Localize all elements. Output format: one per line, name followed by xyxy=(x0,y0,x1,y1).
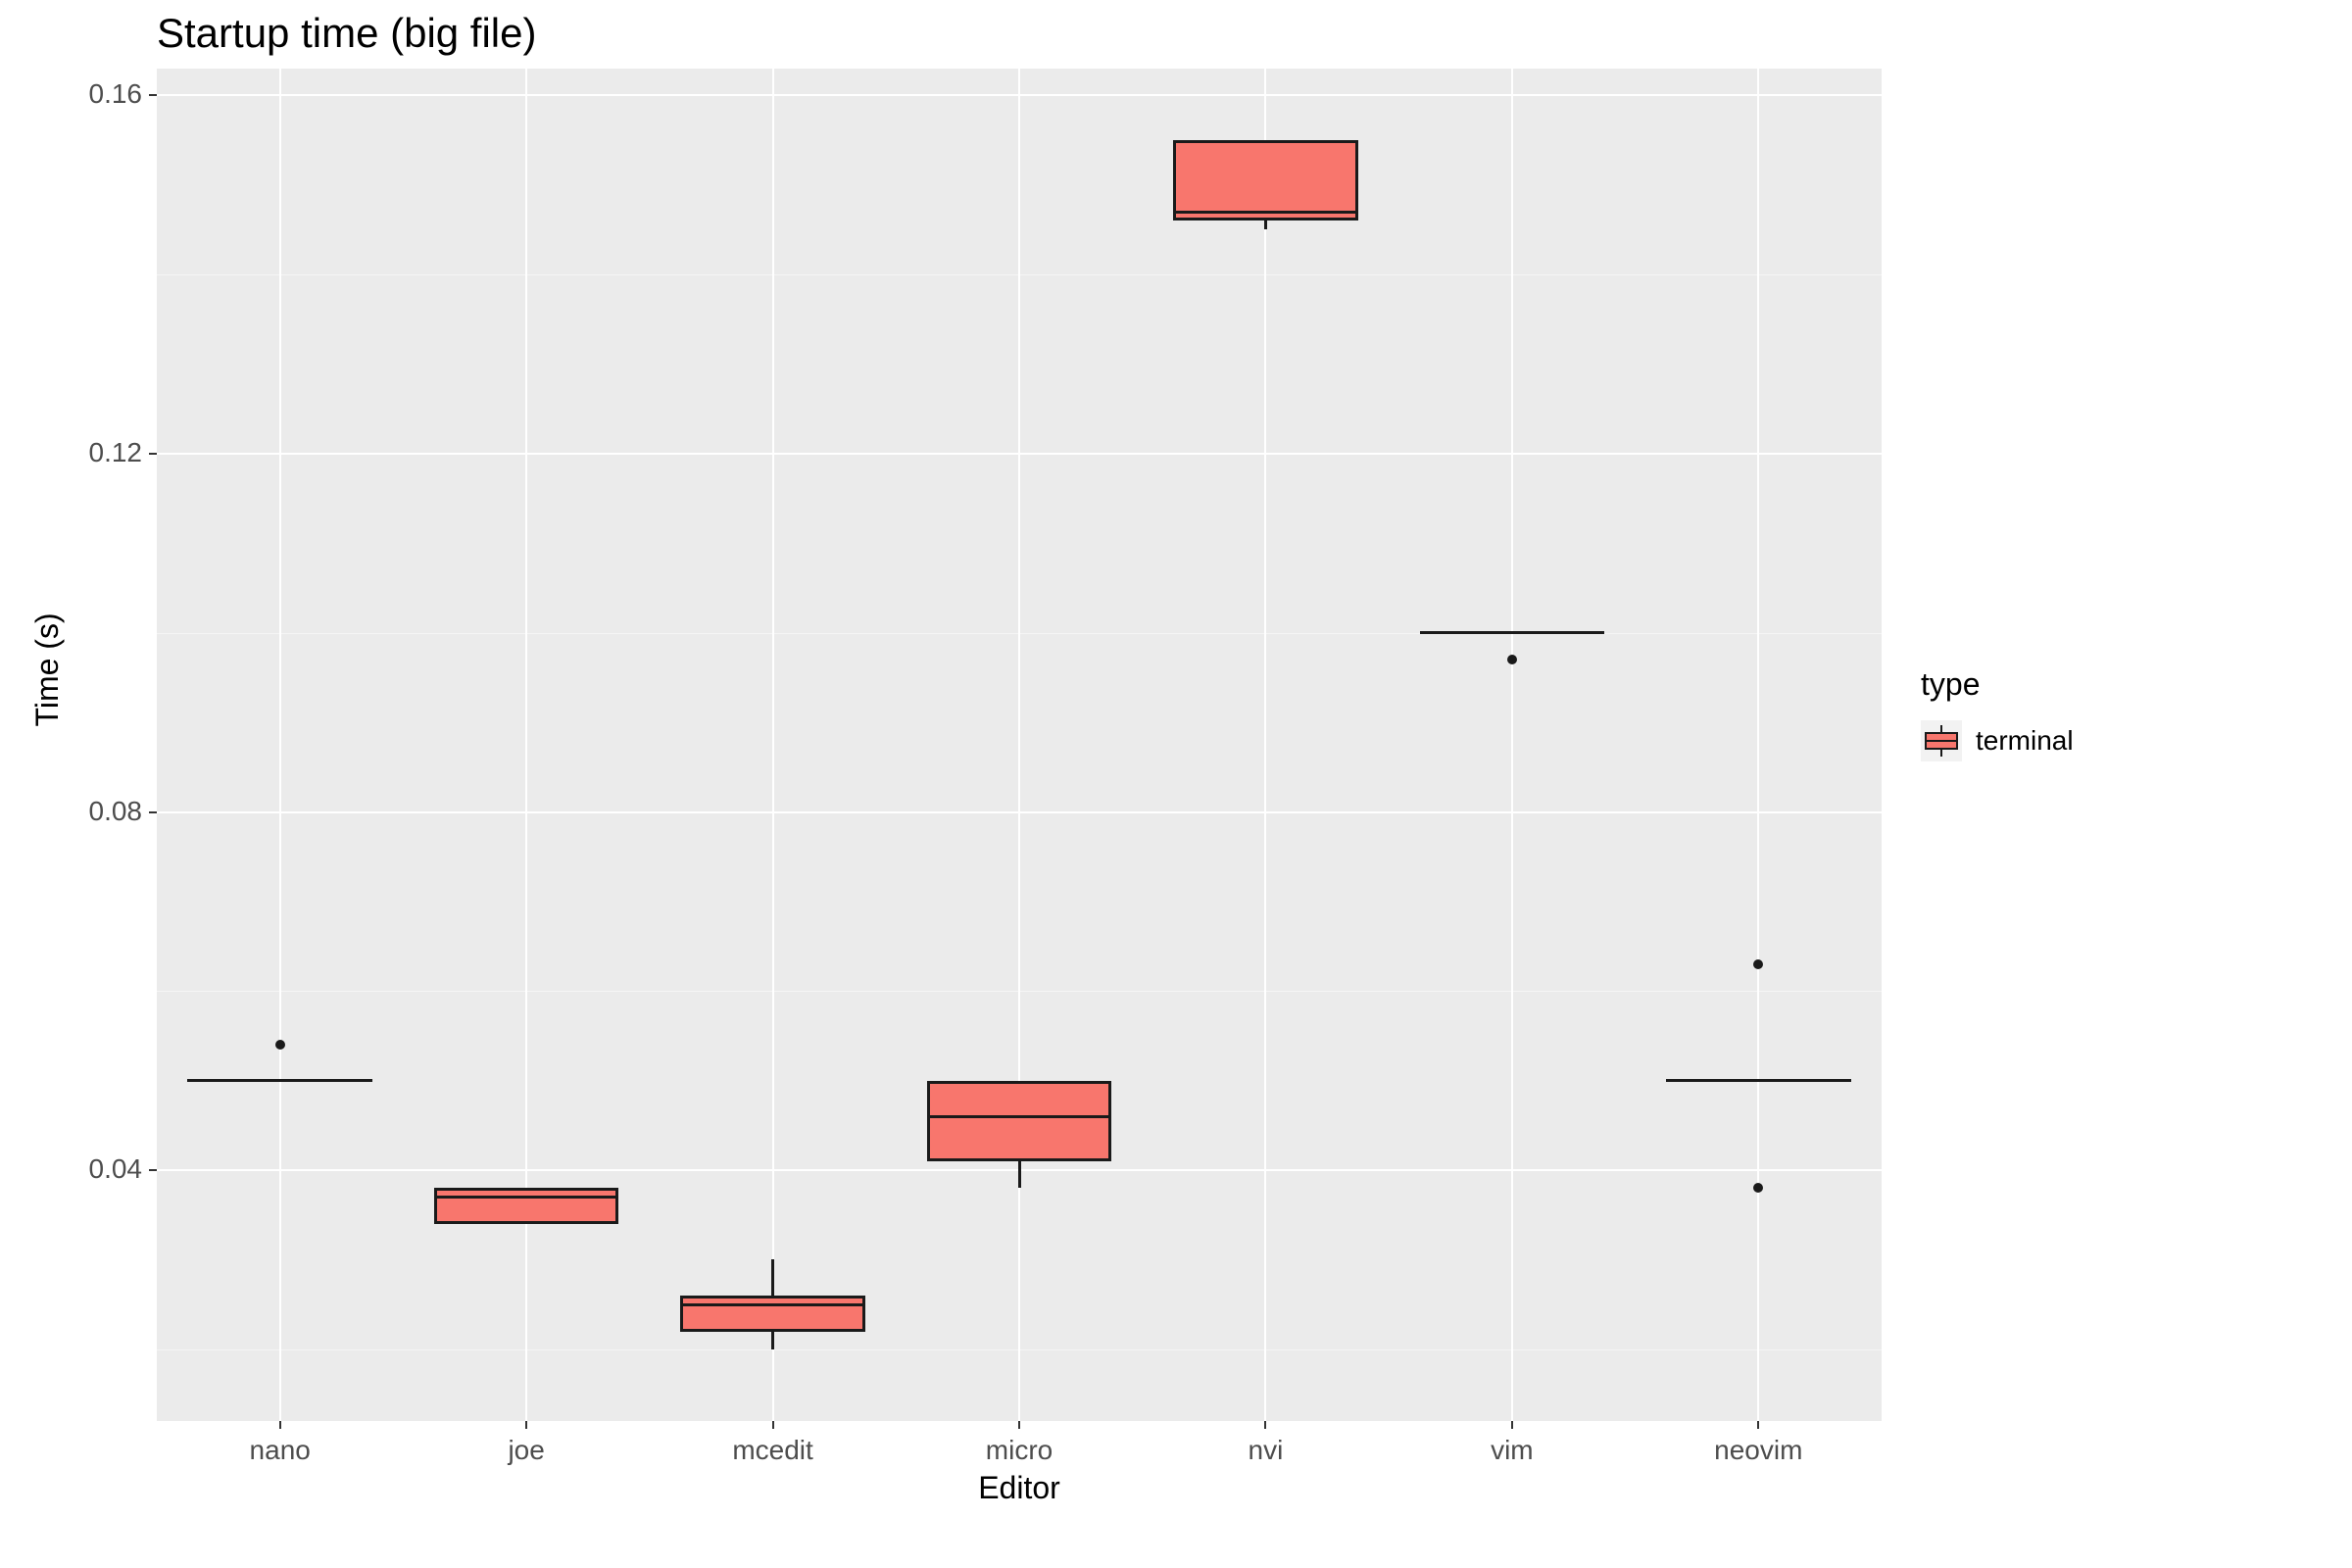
x-tick-label: nano xyxy=(250,1435,311,1466)
y-tick-mark xyxy=(149,453,157,455)
outlier-point xyxy=(1753,959,1763,969)
y-tick-label: 0.12 xyxy=(69,437,142,468)
x-tick-mark xyxy=(525,1421,527,1429)
plot-area xyxy=(157,69,1882,1421)
legend-key-icon xyxy=(1921,720,1962,761)
x-tick-label: neovim xyxy=(1714,1435,1802,1466)
grid-line-v xyxy=(1018,69,1020,1421)
legend-entry: terminal xyxy=(1921,720,2074,761)
box-median xyxy=(187,1079,372,1082)
box xyxy=(434,1188,619,1224)
chart-title: Startup time (big file) xyxy=(157,10,536,57)
y-tick-label: 0.04 xyxy=(69,1153,142,1185)
grid-line-v xyxy=(772,69,774,1421)
grid-line-v xyxy=(279,69,281,1421)
outlier-point xyxy=(1753,1183,1763,1193)
y-tick-label: 0.08 xyxy=(69,796,142,827)
x-tick-mark xyxy=(1018,1421,1020,1429)
box-median xyxy=(434,1196,619,1199)
legend-entry-label: terminal xyxy=(1976,725,2074,757)
legend: type terminal xyxy=(1921,666,2074,761)
x-tick-mark xyxy=(1757,1421,1759,1429)
x-tick-mark xyxy=(1511,1421,1513,1429)
box xyxy=(927,1081,1112,1161)
x-tick-label: nvi xyxy=(1249,1435,1284,1466)
y-tick-label: 0.16 xyxy=(69,78,142,110)
x-tick-label: micro xyxy=(986,1435,1053,1466)
grid-line-v xyxy=(1511,69,1513,1421)
outlier-point xyxy=(275,1040,285,1050)
outlier-point xyxy=(1507,655,1517,664)
box-median xyxy=(1666,1079,1851,1082)
x-tick-mark xyxy=(1264,1421,1266,1429)
box-median xyxy=(680,1303,865,1306)
y-tick-mark xyxy=(149,811,157,813)
box-whisker xyxy=(771,1259,774,1296)
box-median xyxy=(1420,631,1605,634)
y-tick-mark xyxy=(149,94,157,96)
x-tick-label: mcedit xyxy=(732,1435,812,1466)
box-whisker xyxy=(771,1332,774,1349)
box xyxy=(1173,140,1358,220)
grid-line-v xyxy=(1757,69,1759,1421)
box-median xyxy=(927,1115,1112,1118)
y-tick-mark xyxy=(149,1169,157,1171)
x-tick-mark xyxy=(279,1421,281,1429)
grid-line-v xyxy=(1264,69,1266,1421)
box xyxy=(680,1296,865,1332)
chart-container: Startup time (big file) Time (s) 0.04 0.0… xyxy=(0,0,2352,1568)
box-median xyxy=(1173,211,1358,214)
box-whisker xyxy=(1264,220,1267,229)
x-axis-label: Editor xyxy=(978,1470,1060,1506)
box-whisker xyxy=(1018,1161,1021,1188)
y-axis-label: Time (s) xyxy=(29,612,66,726)
legend-title: type xyxy=(1921,666,2074,703)
x-tick-label: joe xyxy=(508,1435,544,1466)
x-tick-label: vim xyxy=(1491,1435,1534,1466)
x-tick-mark xyxy=(772,1421,774,1429)
